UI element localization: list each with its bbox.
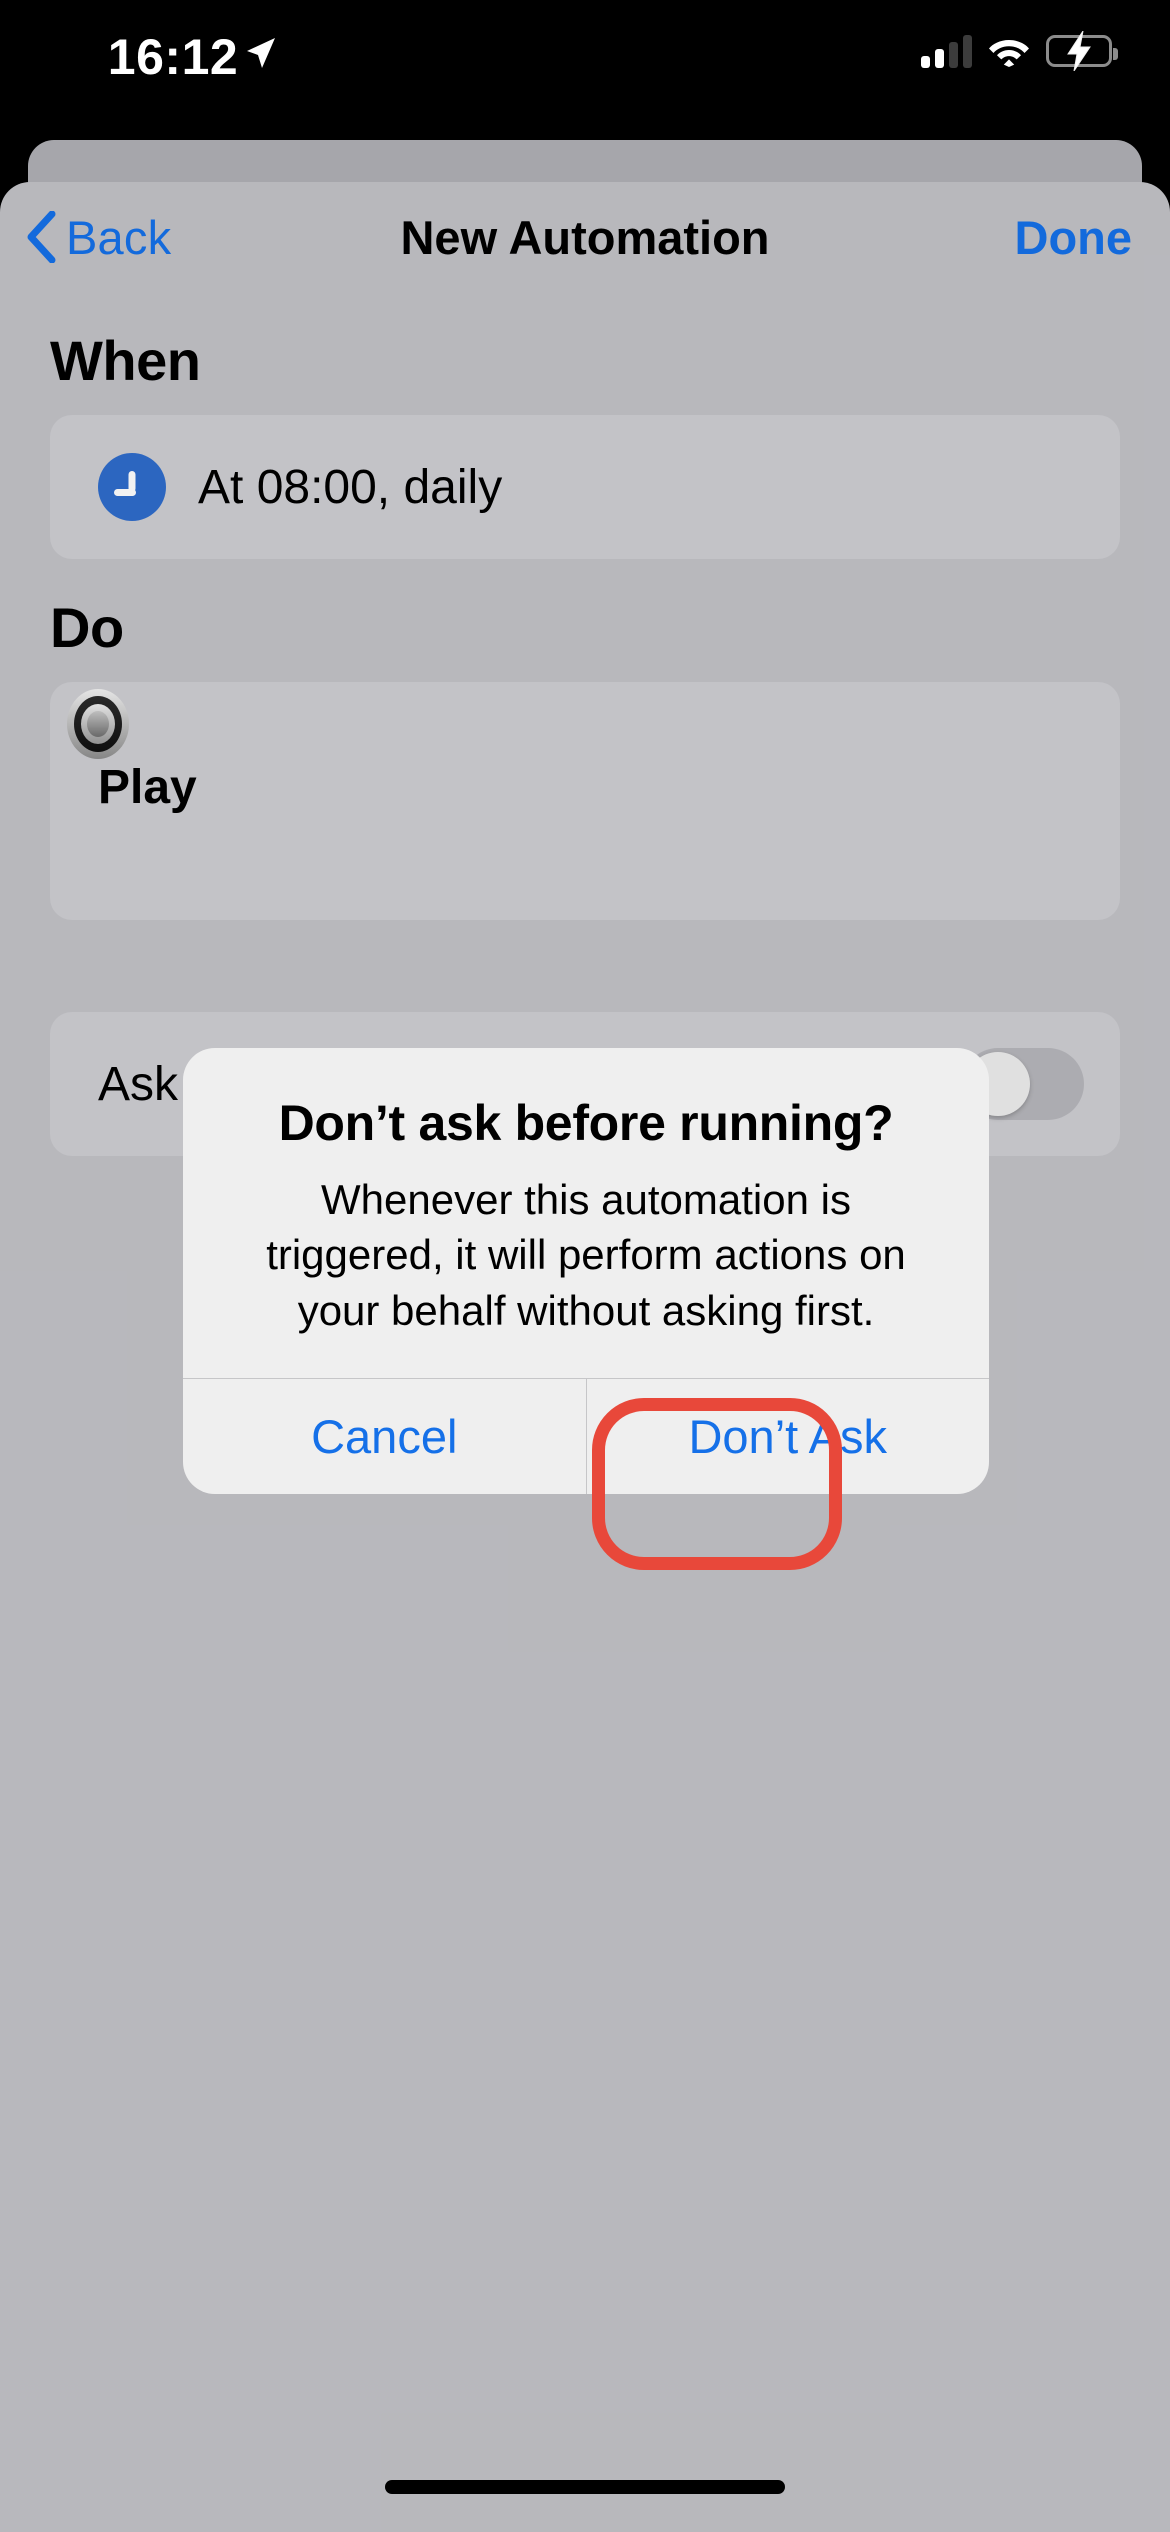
alert-dialog: Don’t ask before running? Whenever this …	[183, 1048, 990, 1495]
status-bar: 16:12	[0, 0, 1170, 130]
status-bar-indicators	[921, 31, 1118, 71]
iphone-screen: 16:12 Back New Automation Done When At 0…	[0, 0, 1170, 2532]
status-bar-time: 16:12	[107, 29, 239, 85]
alert-button-row: Cancel Don’t Ask	[183, 1378, 990, 1495]
cellular-signal-icon	[921, 34, 972, 68]
cancel-button[interactable]: Cancel	[183, 1379, 587, 1495]
location-arrow-icon	[247, 38, 275, 68]
dont-ask-button[interactable]: Don’t Ask	[587, 1379, 990, 1494]
wifi-icon	[989, 40, 1029, 67]
alert-title: Don’t ask before running?	[278, 1095, 894, 1151]
alert-message: Whenever this automation is triggered, i…	[266, 1176, 906, 1334]
home-indicator	[385, 2480, 785, 2494]
alert-body: Don’t ask before running? Whenever this …	[183, 1048, 989, 1378]
battery-charging-icon	[1046, 31, 1118, 71]
